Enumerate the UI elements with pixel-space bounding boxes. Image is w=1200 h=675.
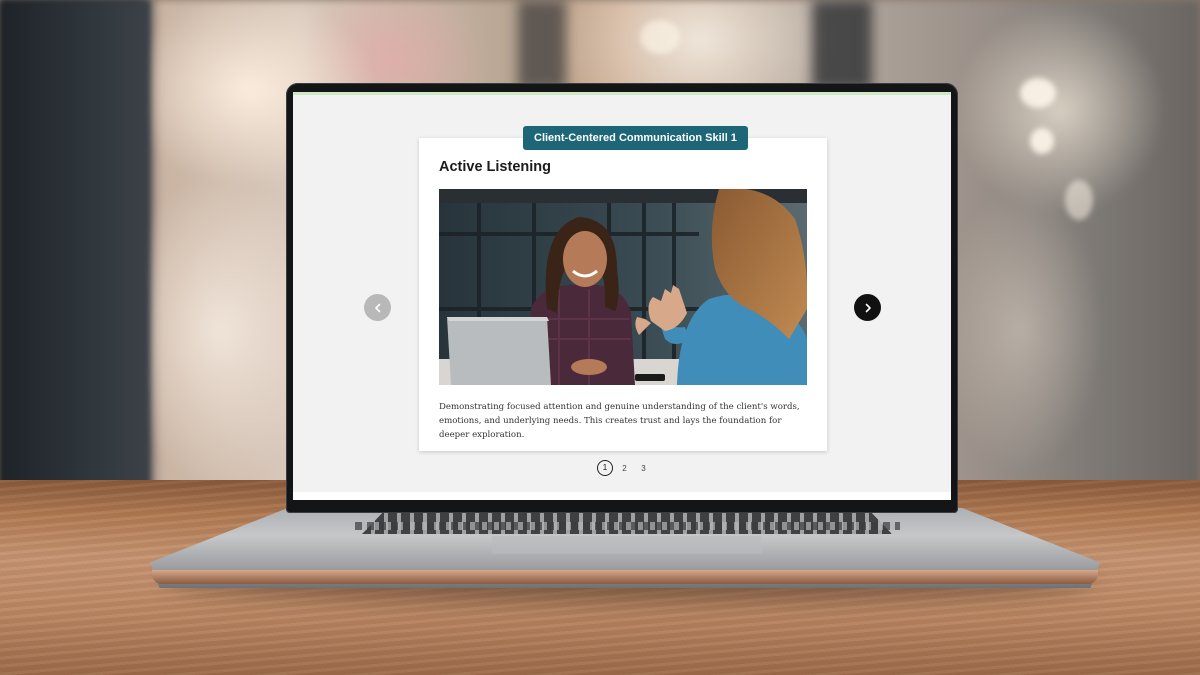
bokeh-light xyxy=(1065,180,1093,220)
slide-card: Active Listening Demonstrating focused a… xyxy=(419,138,827,451)
page-2-button[interactable]: 2 xyxy=(617,461,632,476)
slide-image xyxy=(439,189,807,385)
page-3-button[interactable]: 3 xyxy=(636,461,651,476)
skill-badge: Client-Centered Communication Skill 1 xyxy=(523,126,748,150)
bokeh-light xyxy=(1030,128,1054,154)
dark-window-frame xyxy=(0,0,150,500)
slide-pagination: 1 2 3 xyxy=(597,460,651,476)
chevron-left-icon xyxy=(374,303,380,312)
chevron-right-icon xyxy=(865,303,871,312)
previous-slide-button[interactable] xyxy=(364,294,391,321)
photo-two-women-meeting xyxy=(439,189,807,385)
page-1-button[interactable]: 1 xyxy=(597,460,613,476)
laptop-trackpad xyxy=(492,536,762,554)
next-slide-button[interactable] xyxy=(854,294,881,321)
slide-title: Active Listening xyxy=(439,159,551,175)
progress-bar xyxy=(293,92,951,95)
laptop-keyboard-row xyxy=(355,522,900,530)
laptop-front-edge xyxy=(152,570,1098,584)
bokeh-light xyxy=(1020,78,1056,108)
bokeh-light xyxy=(640,20,680,54)
screen-footer xyxy=(293,492,951,500)
slide-description: Demonstrating focused attention and genu… xyxy=(439,402,800,440)
laptop-screen: Active Listening Demonstrating focused a… xyxy=(293,92,951,500)
window-mullion xyxy=(518,0,566,90)
window-mullion xyxy=(812,0,872,90)
